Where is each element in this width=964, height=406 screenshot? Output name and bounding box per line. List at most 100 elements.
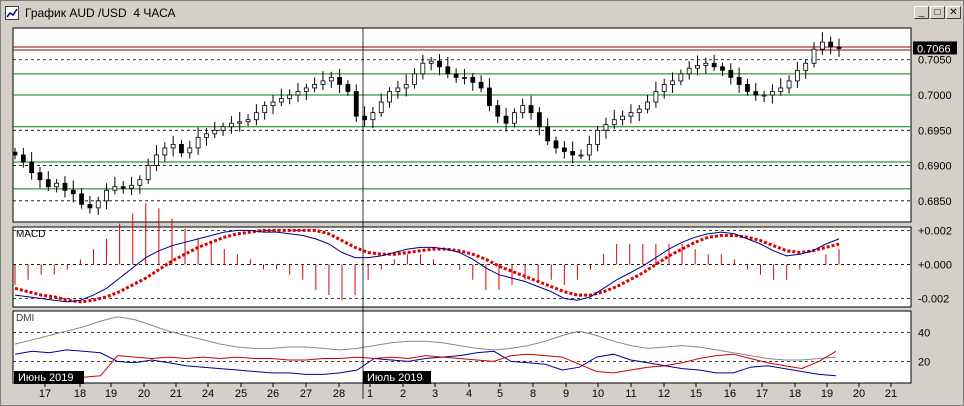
candle-body xyxy=(378,101,384,114)
candle-body xyxy=(320,80,326,85)
candle-body xyxy=(794,69,800,82)
candle-body xyxy=(536,112,542,128)
candle-body xyxy=(195,136,201,149)
date-tick-label: 1 xyxy=(367,388,373,400)
candle-body xyxy=(179,143,184,154)
price-plot-frame xyxy=(12,27,912,223)
candle-body xyxy=(578,154,584,157)
dmi-panel: DMI 40 20 xyxy=(12,310,930,384)
candle-body xyxy=(428,60,434,64)
candle-body xyxy=(220,126,226,131)
candle-body xyxy=(187,147,193,154)
date-tick-label: 25 xyxy=(235,388,247,400)
candle-body xyxy=(645,101,650,110)
candle-body xyxy=(395,87,401,92)
candle-body xyxy=(487,87,492,107)
date-tick-label: 16 xyxy=(724,388,736,400)
candle-body xyxy=(611,119,617,126)
candle-body xyxy=(678,73,684,82)
candle-body xyxy=(520,105,526,114)
candle-body xyxy=(129,184,134,189)
candle-body xyxy=(511,112,517,124)
candle-body xyxy=(104,189,109,202)
price-tick-label: 0.6850 xyxy=(918,196,952,208)
macd-tick-label: -0.002 xyxy=(918,293,949,305)
candle-body xyxy=(387,91,392,103)
candle-body xyxy=(295,91,301,96)
candle-body xyxy=(303,87,309,92)
candle-body xyxy=(154,154,159,166)
candle-body xyxy=(87,203,93,209)
candle-body xyxy=(620,115,625,121)
date-tick-label: 19 xyxy=(105,388,117,400)
candle-body xyxy=(836,46,842,49)
candle-body xyxy=(420,62,426,75)
candle-body xyxy=(545,126,551,142)
candle-body xyxy=(778,87,784,92)
candle-body xyxy=(162,147,168,156)
candle-body xyxy=(720,66,725,71)
candle-body xyxy=(819,41,825,50)
date-tick-label: 27 xyxy=(300,388,312,400)
candle-body xyxy=(204,133,209,138)
candle-body xyxy=(478,81,484,89)
candle-body xyxy=(95,200,101,209)
candle-body xyxy=(811,48,817,64)
price-tick-label: 0.7000 xyxy=(918,90,952,102)
date-tick-label: 19 xyxy=(821,388,833,400)
date-tick-label: 8 xyxy=(530,388,536,400)
candle-body xyxy=(753,91,759,96)
candle-body xyxy=(553,140,559,149)
dmi-plot-frame xyxy=(12,310,912,384)
candle-body xyxy=(462,76,467,79)
candle-body xyxy=(170,143,176,149)
candle-body xyxy=(761,94,767,97)
current-price-label: 0.7066 xyxy=(917,43,951,55)
date-tick-label: 17 xyxy=(756,388,768,400)
chart-window: График AUD /USD 4 ЧАСА _ □ ✕ 0.7050 0.700… xyxy=(0,0,964,406)
candle-body xyxy=(495,105,501,117)
price-tick-label: 0.6900 xyxy=(918,161,952,173)
candle-body xyxy=(312,84,318,89)
candle-body xyxy=(736,76,742,85)
price-tick-label: 0.6950 xyxy=(918,125,952,137)
candle-body xyxy=(437,60,442,68)
candle-body xyxy=(595,129,601,145)
candle-body xyxy=(120,186,126,189)
candle-body xyxy=(703,62,709,66)
candle-body xyxy=(262,105,268,114)
candle-body xyxy=(62,182,68,191)
candle-body xyxy=(70,189,76,195)
candle-body xyxy=(445,66,451,75)
candle-body xyxy=(412,73,417,85)
candle-body xyxy=(370,112,376,121)
candle-body xyxy=(54,182,60,188)
date-tick-label: 15 xyxy=(690,388,702,400)
month-label: Июнь 2019 xyxy=(18,372,74,384)
candle-body xyxy=(353,91,359,117)
candle-body xyxy=(237,121,243,124)
candle-body xyxy=(229,122,234,128)
candle-body xyxy=(212,129,218,135)
candle-body xyxy=(686,67,692,75)
chart-area[interactable]: 0.7050 0.7000 0.6950 0.6900 0.6850 0.7066 MAC… xyxy=(1,1,963,405)
date-tick-label: 9 xyxy=(563,388,569,400)
candle-body xyxy=(37,172,43,181)
month-label: Июль 2019 xyxy=(367,372,423,384)
date-tick-label: 2 xyxy=(400,388,406,400)
price-panel: 0.7050 0.7000 0.6950 0.6900 0.6850 0.7066 xyxy=(12,27,957,223)
candle-body xyxy=(337,76,343,85)
candle-body xyxy=(12,151,18,156)
candle-body xyxy=(20,154,26,163)
macd-tick-label: +0.000 xyxy=(918,259,952,271)
macd-plot-frame xyxy=(12,226,912,308)
candle-body xyxy=(470,76,476,83)
date-tick-label: 24 xyxy=(202,388,214,400)
date-tick-label: 18 xyxy=(789,388,801,400)
candle-body xyxy=(345,84,351,92)
date-tick-label: 20 xyxy=(138,388,150,400)
candle-body xyxy=(628,112,634,117)
date-tick-label: 10 xyxy=(592,388,604,400)
candle-body xyxy=(453,73,459,78)
candle-body xyxy=(328,76,334,82)
